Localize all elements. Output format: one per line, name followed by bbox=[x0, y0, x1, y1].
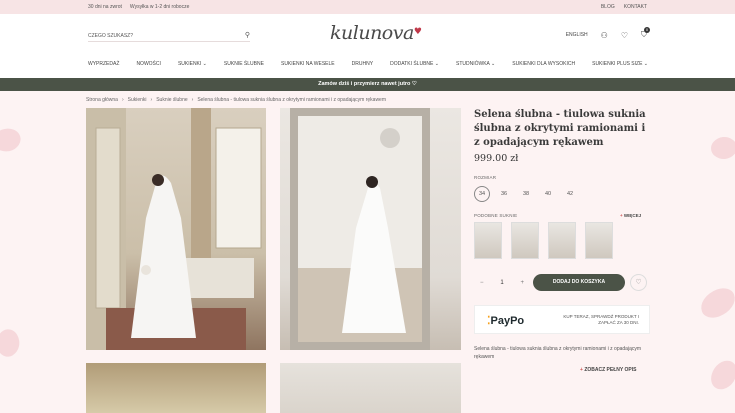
breadcrumb-home[interactable]: Strona główna bbox=[86, 97, 118, 103]
nav-item-sale[interactable]: WYPRZEDAŻ bbox=[88, 61, 119, 67]
size-option-42[interactable]: 42 bbox=[562, 186, 578, 202]
heart-logo-icon: ♥ bbox=[413, 27, 422, 37]
qty-value[interactable]: 1 bbox=[500, 280, 503, 286]
breadcrumb: Strona główna › Sukienki › Suknie ślubne › … bbox=[86, 97, 387, 103]
decorative-petal-right bbox=[707, 131, 735, 165]
product-title: Selena ślubna - tiulowa suknia ślubna z … bbox=[474, 109, 646, 148]
size-option-38[interactable]: 38 bbox=[518, 186, 534, 202]
nav-item-accessories[interactable]: DODATKI ŚLUBNE ⌄ bbox=[390, 61, 439, 67]
size-option-34[interactable]: 34 bbox=[474, 186, 490, 202]
quantity-stepper: − 1 + bbox=[474, 274, 530, 291]
site-logo[interactable]: kulunova♥ bbox=[330, 22, 422, 44]
size-option-40[interactable]: 40 bbox=[540, 186, 556, 202]
size-option-36[interactable]: 36 bbox=[496, 186, 512, 202]
paypo-text: KUP TERAZ, SPRAWDŹ PRODUKT I ZAPŁAĆ ZA 3… bbox=[563, 314, 639, 325]
shipping-info: Wysyłka w 1-2 dni robocze bbox=[129, 4, 190, 10]
similar-label: PODOBNE SUKNIE bbox=[474, 213, 518, 218]
more-similar-link[interactable]: + WIĘCEJ bbox=[620, 213, 641, 218]
decorative-petal-right bbox=[696, 284, 735, 322]
breadcrumb-wedding[interactable]: Suknie ślubne bbox=[156, 97, 187, 103]
promo-banner: Zamów dziś i przymierz nawet jutro ♡ bbox=[0, 78, 735, 91]
product-description: Selena ślubna - tiulowa suknia ślubna z … bbox=[474, 346, 642, 360]
product-photo-2[interactable] bbox=[280, 108, 461, 350]
main-nav: WYPRZEDAŻ NOWOŚCI SUKIENKI ⌄ SUKNIE ŚLUB… bbox=[88, 61, 648, 67]
wishlist-heart-icon[interactable]: ♡ bbox=[630, 274, 647, 291]
search-icon[interactable]: ⚲ bbox=[245, 31, 250, 39]
cart-count-badge: 0 bbox=[644, 27, 650, 33]
nav-item-plus-size[interactable]: SUKIENKI PLUS SIZE ⌄ bbox=[592, 61, 648, 67]
breadcrumb-current: Selena ślubna - tiulowa suknia ślubna z … bbox=[197, 97, 387, 103]
cart-icon[interactable]: ⛉ 0 bbox=[641, 27, 650, 40]
returns-info: 30 dni na zwrot bbox=[88, 4, 122, 10]
decorative-petal-right bbox=[708, 357, 735, 393]
similar-thumb[interactable] bbox=[585, 222, 613, 259]
search-input[interactable]: CZEGO SZUKASZ? ⚲ bbox=[88, 32, 250, 42]
photo-illustration bbox=[290, 108, 430, 350]
nav-item-tall[interactable]: SUKIENKI DLA WYSOKICH bbox=[512, 61, 575, 67]
full-description-link[interactable]: + ZOBACZ PEŁNY OPIS bbox=[580, 367, 636, 373]
similar-thumb[interactable] bbox=[511, 222, 539, 259]
language-switch[interactable]: ENGLISH bbox=[566, 32, 588, 38]
breadcrumb-dresses[interactable]: Sukienki bbox=[128, 97, 147, 103]
wishlist-heart-icon[interactable]: ♡ bbox=[621, 31, 628, 40]
decorative-petal-left bbox=[0, 124, 24, 156]
paypo-logo: ⁚PayPo bbox=[487, 315, 525, 327]
nav-item-bridesmaids[interactable]: DRUHNY bbox=[352, 61, 373, 67]
similar-thumb[interactable] bbox=[548, 222, 576, 259]
decorative-petal-left bbox=[0, 325, 25, 361]
add-to-cart-button[interactable]: DODAJ DO KOSZYKA bbox=[533, 274, 625, 291]
size-label: ROZMIAR bbox=[474, 175, 497, 180]
contact-link[interactable]: KONTAKT bbox=[624, 4, 647, 10]
nav-item-wedding-guest[interactable]: SUKIENKI NA WESELE bbox=[281, 61, 335, 67]
site-header: CZEGO SZUKASZ? ⚲ kulunova♥ ENGLISH ⚇ ♡ ⛉… bbox=[0, 14, 735, 78]
nav-item-new[interactable]: NOWOŚCI bbox=[136, 61, 160, 67]
product-photo-4[interactable] bbox=[280, 363, 461, 413]
similar-thumb[interactable] bbox=[474, 222, 502, 259]
qty-decrease-button[interactable]: − bbox=[480, 280, 484, 286]
nav-item-dresses[interactable]: SUKIENKI ⌄ bbox=[178, 61, 207, 67]
similar-products bbox=[474, 222, 613, 259]
photo-illustration bbox=[86, 108, 262, 350]
product-info: Selena ślubna - tiulowa suknia ślubna z … bbox=[474, 108, 650, 150]
blog-link[interactable]: BLOG bbox=[601, 4, 615, 10]
top-info-bar: 30 dni na zwrot Wysyłka w 1-2 dni robocz… bbox=[0, 0, 735, 14]
qty-increase-button[interactable]: + bbox=[520, 280, 524, 286]
product-photo-3[interactable] bbox=[86, 363, 266, 413]
product-price: 999.00 zł bbox=[474, 153, 519, 164]
search-placeholder: CZEGO SZUKASZ? bbox=[88, 33, 134, 39]
size-selector: 34 36 38 40 42 bbox=[474, 186, 578, 202]
product-photo-1[interactable] bbox=[86, 108, 266, 350]
paypo-box: ⁚PayPo KUP TERAZ, SPRAWDŹ PRODUKT I ZAPŁ… bbox=[474, 305, 650, 334]
nav-item-prom[interactable]: STUDNIÓWKA ⌄ bbox=[456, 61, 495, 67]
nav-item-wedding-dresses[interactable]: SUKNIE ŚLUBNE bbox=[224, 61, 264, 67]
user-icon[interactable]: ⚇ bbox=[601, 31, 608, 40]
